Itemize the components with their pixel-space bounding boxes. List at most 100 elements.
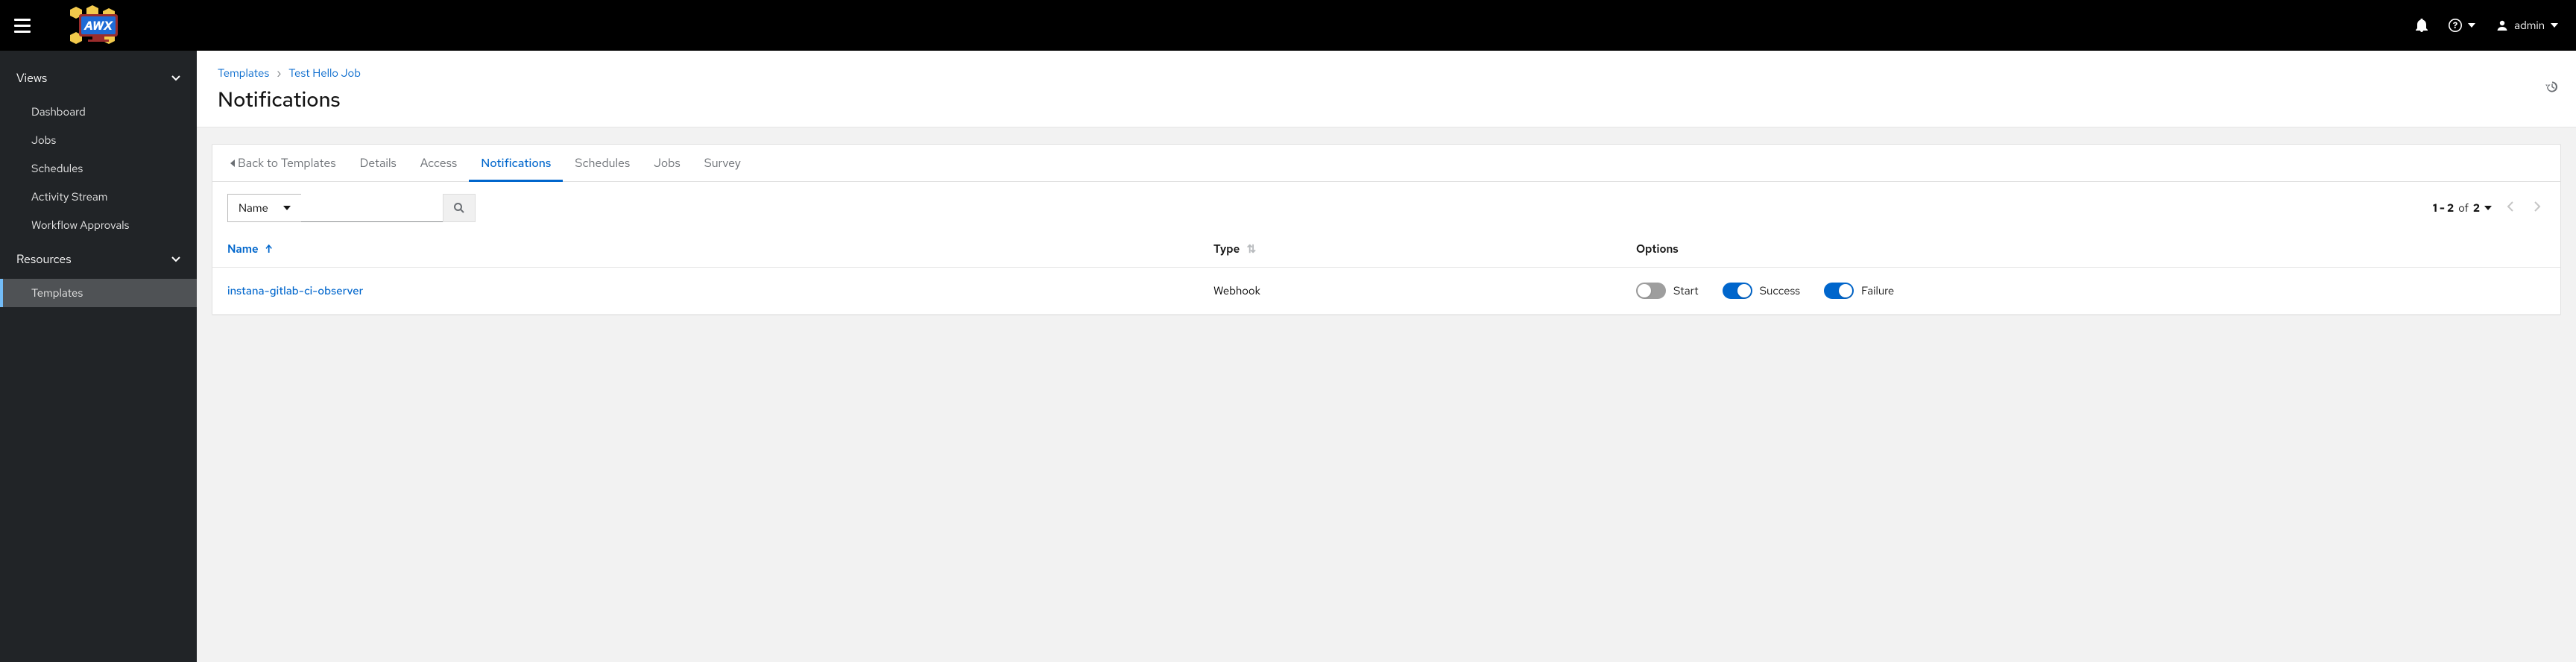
tab-label: Access — [420, 155, 458, 171]
nav-group-label: Resources — [16, 251, 72, 267]
awx-logo[interactable]: AWX — [63, 5, 137, 45]
toggle-success[interactable] — [1723, 283, 1752, 299]
sidebar-item-schedules[interactable]: Schedules — [0, 154, 197, 183]
sidebar-item-activity-stream[interactable]: Activity Stream — [0, 183, 197, 211]
question-circle-icon: ? — [2449, 19, 2462, 32]
table-row: instana-gitlab-ci-observer Webhook Start — [212, 268, 2560, 315]
menu-toggle-button[interactable] — [0, 0, 45, 51]
chevron-right-icon: › — [277, 66, 281, 81]
tab-schedules[interactable]: Schedules — [563, 145, 642, 181]
sort-icon: ⇅ — [1247, 242, 1257, 256]
bell-icon — [2416, 19, 2428, 32]
nav-group-resources[interactable]: Resources — [0, 242, 197, 276]
filter: Name — [227, 194, 476, 222]
column-label: Name — [227, 242, 259, 256]
sort-asc-icon: ↑ — [265, 242, 272, 256]
tab-label: Details — [360, 155, 397, 171]
content-card: Back to Templates Details Access Notific… — [212, 144, 2561, 315]
notification-name-link[interactable]: instana-gitlab-ci-observer — [227, 283, 363, 298]
pager-next-button[interactable] — [2529, 201, 2545, 215]
sidebar-item-dashboard[interactable]: Dashboard — [0, 98, 197, 126]
column-label: Options — [1636, 242, 1679, 256]
sidebar-item-label: Dashboard — [31, 104, 86, 119]
toggle-start[interactable] — [1636, 283, 1666, 299]
sidebar-item-label: Schedules — [31, 161, 83, 176]
notification-type: Webhook — [1213, 283, 1260, 298]
page-title: Notifications — [218, 85, 2555, 113]
tab-survey[interactable]: Survey — [692, 145, 753, 181]
tab-details[interactable]: Details — [348, 145, 408, 181]
caret-down-icon — [283, 206, 291, 210]
caret-down-icon — [2551, 23, 2558, 28]
filter-search-button[interactable] — [443, 194, 476, 222]
chevron-down-icon — [171, 256, 180, 262]
nav-group-views[interactable]: Views — [0, 61, 197, 95]
svg-text:AWX: AWX — [83, 18, 114, 34]
pager-count-button[interactable]: 1 - 2 of 2 — [2433, 201, 2492, 215]
activity-stream-button[interactable] — [2545, 80, 2560, 98]
sidebar-item-jobs[interactable]: Jobs — [0, 126, 197, 154]
tabs: Back to Templates Details Access Notific… — [212, 145, 2560, 182]
user-label: admin — [2514, 18, 2545, 33]
column-header-name[interactable]: Name ↑ — [212, 231, 1199, 268]
opt-label: Success — [1760, 283, 1800, 298]
topbar-right: ? admin — [2416, 18, 2558, 33]
search-icon — [453, 202, 465, 214]
pager-prev-button[interactable] — [2502, 201, 2519, 215]
sidebar-item-label: Activity Stream — [31, 189, 107, 204]
option-start: Start — [1636, 283, 1699, 299]
filter-field-select[interactable]: Name — [227, 194, 301, 222]
history-icon — [2545, 80, 2560, 95]
help-menu-button[interactable]: ? — [2449, 19, 2475, 32]
sidebar-item-workflow-approvals[interactable]: Workflow Approvals — [0, 211, 197, 239]
notifications-table: Name ↑ Type ⇅ Options — [212, 231, 2560, 315]
filter-input[interactable] — [301, 194, 443, 222]
pager-total: 2 — [2473, 201, 2480, 215]
pager-of-label: of — [2458, 201, 2469, 215]
tab-jobs[interactable]: Jobs — [642, 145, 692, 181]
sidebar-item-templates[interactable]: Templates — [0, 279, 197, 307]
svg-text:?: ? — [2453, 19, 2458, 31]
pager: 1 - 2 of 2 — [2433, 201, 2545, 215]
options-cell: Start Success Failure — [1636, 283, 2545, 299]
caret-down-icon — [2468, 23, 2475, 28]
user-icon — [2496, 19, 2508, 31]
caret-down-icon — [2484, 206, 2492, 210]
column-header-type[interactable]: Type ⇅ — [1199, 231, 1621, 268]
option-success: Success — [1723, 283, 1800, 299]
back-label: Back to Templates — [238, 155, 336, 171]
tab-access[interactable]: Access — [408, 145, 470, 181]
breadcrumb-current[interactable]: Test Hello Job — [288, 66, 361, 81]
tab-label: Notifications — [481, 155, 551, 171]
hamburger-icon — [14, 19, 31, 33]
user-menu-button[interactable]: admin — [2496, 18, 2558, 33]
tab-notifications[interactable]: Notifications — [469, 145, 563, 181]
back-to-templates-button[interactable]: Back to Templates — [218, 145, 348, 181]
option-failure: Failure — [1824, 283, 1894, 299]
chevron-down-icon — [171, 75, 180, 81]
toolbar: Name 1 - 2 of 2 — [212, 182, 2560, 231]
notifications-bell-button[interactable] — [2416, 19, 2428, 32]
tab-label: Schedules — [575, 155, 630, 171]
toggle-failure[interactable] — [1824, 283, 1854, 299]
breadcrumb: Templates › Test Hello Job — [218, 66, 2555, 81]
page-header: Templates › Test Hello Job Notifications — [197, 51, 2576, 127]
column-label: Type — [1213, 242, 1240, 256]
tab-label: Jobs — [654, 155, 680, 171]
topbar-left: AWX — [0, 0, 137, 51]
sidebar-item-label: Jobs — [31, 133, 56, 148]
main: Templates › Test Hello Job Notifications… — [197, 51, 2576, 662]
filter-field-label: Name — [239, 201, 268, 215]
nav-group-label: Views — [16, 70, 47, 86]
chevron-right-icon — [2534, 201, 2541, 212]
tab-label: Survey — [704, 155, 741, 171]
column-header-options: Options — [1621, 231, 2560, 268]
pager-range: 1 - 2 — [2433, 201, 2454, 215]
chevron-left-icon — [2507, 201, 2514, 212]
sidebar-item-label: Templates — [31, 286, 83, 300]
opt-label: Failure — [1861, 283, 1894, 298]
sidebar-item-label: Workflow Approvals — [31, 218, 129, 233]
breadcrumb-templates[interactable]: Templates — [218, 66, 269, 81]
caret-left-icon — [230, 160, 235, 167]
topbar: AWX ? admin — [0, 0, 2576, 51]
